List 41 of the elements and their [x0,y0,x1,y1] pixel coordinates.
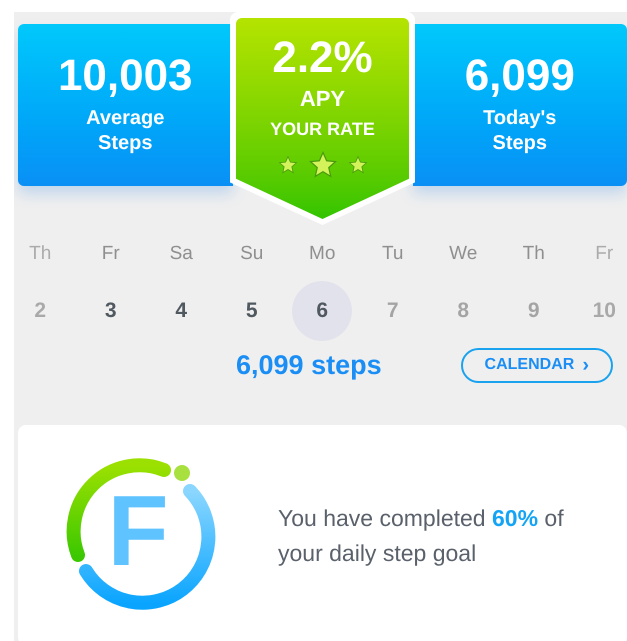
weekday-label: Su [240,244,264,263]
rate-value: 2.2% [272,36,373,80]
logo-letter: F [107,481,169,581]
stat-label: Today's Steps [482,106,558,156]
date-label: 8 [456,298,470,324]
date-label: 9 [526,298,541,324]
steps-total: 6,099 steps [236,348,382,382]
day-item[interactable]: Sa 4 [146,244,216,341]
date-label: 4 [174,298,188,324]
star-icon [278,155,298,175]
date-label: 6 [292,281,352,341]
day-item[interactable]: Su 5 [216,244,287,341]
star-icon [348,155,368,175]
date-label: 3 [104,298,118,324]
date-label: 7 [386,298,400,324]
star-icon [308,150,338,180]
weekday-label: Sa [170,244,193,263]
stat-value: 10,003 [58,54,193,98]
weekday-label: Tu [382,244,404,263]
day-item[interactable]: Tu 7 [358,244,428,341]
stat-label: Average Steps [85,106,166,156]
calendar-button[interactable]: CALENDAR › [460,348,613,382]
weekday-label: Th [29,244,52,263]
day-item[interactable]: Fr 10 [569,244,627,341]
day-item[interactable]: We 8 [428,244,498,341]
goal-message: You have completed 60% of your daily step goal [278,504,565,568]
weekday-label: Fr [102,244,120,263]
rate-unit: APY [300,88,346,110]
date-label: 2 [33,298,48,324]
day-item[interactable]: Th 2 [14,244,76,341]
day-item[interactable]: Fr 3 [76,244,146,341]
stat-value: 6,099 [464,54,575,98]
rate-caption: YOUR RATE [270,120,375,138]
date-label: 10 [592,298,617,324]
date-label: 5 [244,298,259,324]
day-item[interactable]: Mo 6 [287,244,358,341]
weekday-label: Mo [309,244,336,263]
weekday-label: Th [522,244,545,263]
day-item[interactable]: Th 9 [498,244,569,341]
weekday-label: Fr [595,244,614,263]
weekday-label: We [449,244,478,263]
